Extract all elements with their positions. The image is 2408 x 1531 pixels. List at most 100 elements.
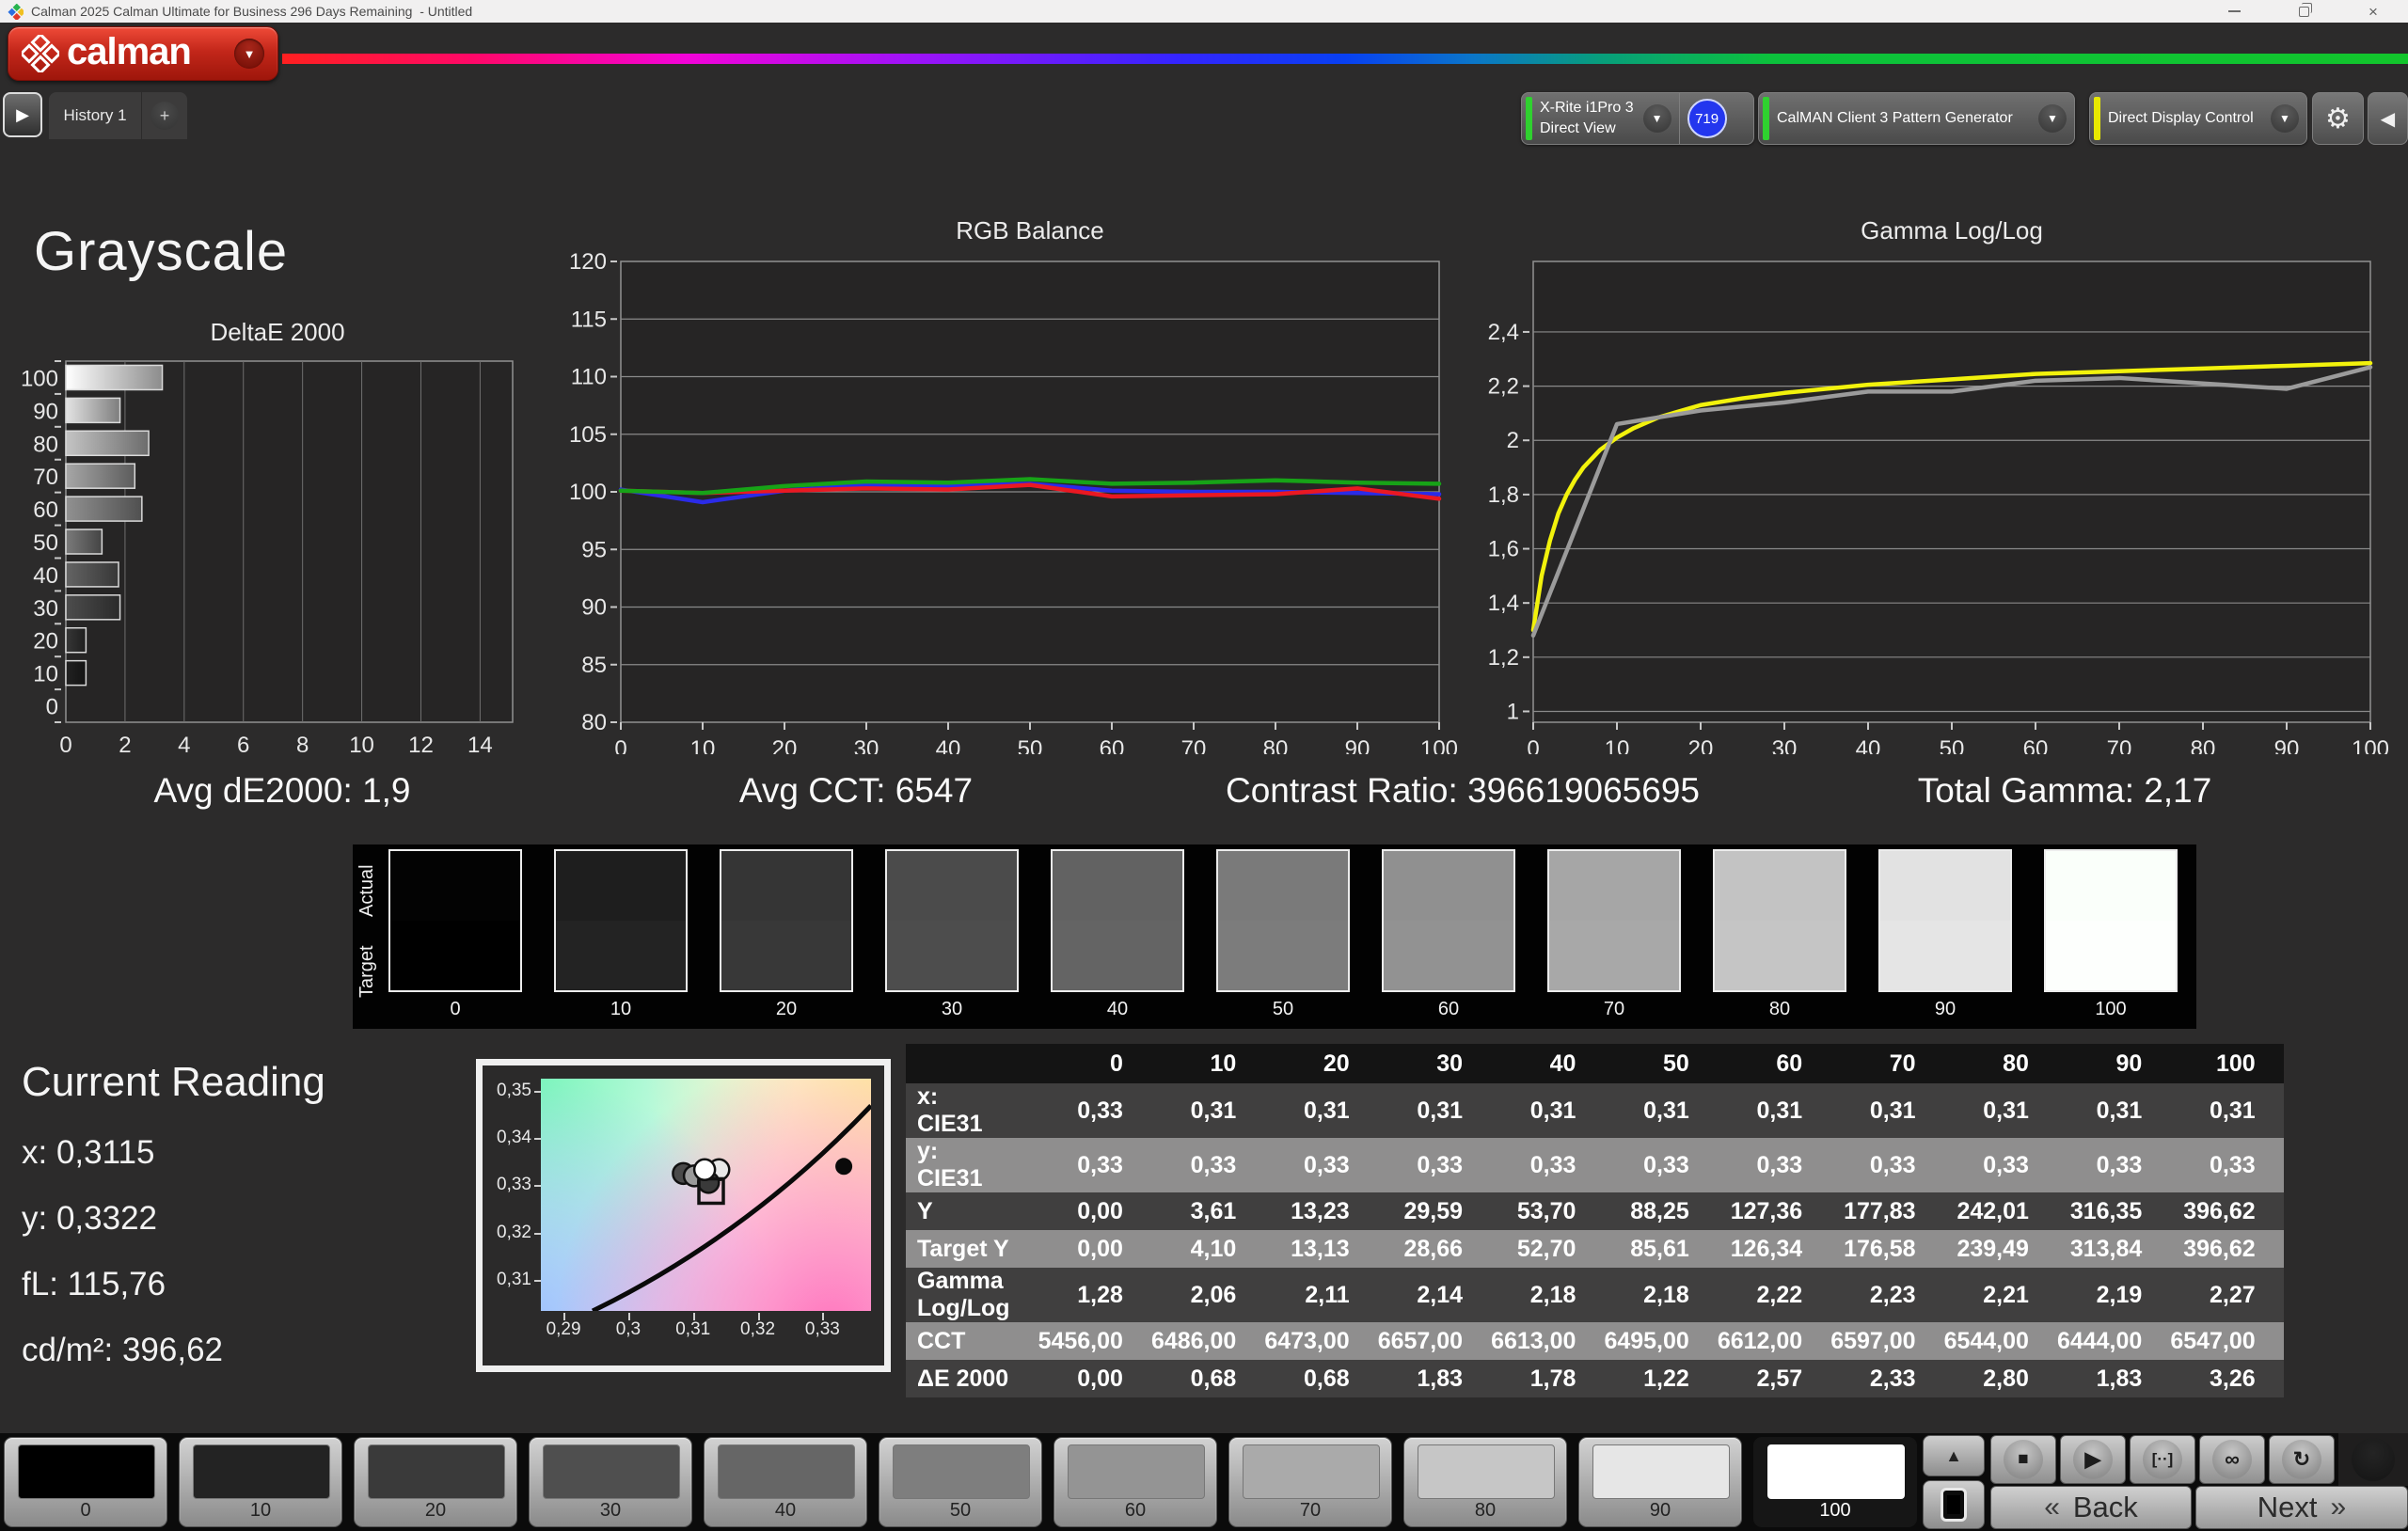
svg-text:0: 0	[614, 736, 626, 754]
table-cell: 0,33	[2170, 1138, 2283, 1192]
layout-nav-button[interactable]: ▶	[3, 92, 42, 137]
table-cell: 0,31	[1830, 1083, 1943, 1138]
level-button-10[interactable]: 10	[179, 1437, 342, 1527]
back-button[interactable]: « Back	[1990, 1486, 2192, 1529]
reading-x: x: 0,3115	[22, 1134, 464, 1172]
tab-history-1[interactable]: History 1	[49, 92, 141, 139]
svg-text:14: 14	[467, 733, 493, 754]
level-label: 10	[180, 1500, 341, 1522]
table-cell: 1,28	[1038, 1268, 1151, 1322]
level-button-90[interactable]: 90	[1578, 1437, 1742, 1527]
chevron-down-icon: ▼	[2038, 104, 2067, 133]
level-button-20[interactable]: 20	[354, 1437, 517, 1527]
settings-button[interactable]: ⚙	[2312, 92, 2364, 145]
refresh-button[interactable]: ↻	[2269, 1435, 2335, 1484]
table-cell: 1,78	[1491, 1360, 1604, 1397]
cie-y-tick	[534, 1138, 541, 1140]
svg-text:2: 2	[119, 733, 131, 754]
table-row-label: ΔE 2000	[906, 1360, 1038, 1397]
table-cell: 0,33	[1038, 1083, 1151, 1138]
svg-text:90: 90	[2274, 736, 2300, 754]
cie-x-tick	[563, 1313, 565, 1320]
level-button-60[interactable]: 60	[1054, 1437, 1217, 1527]
table-row: Y0,003,6113,2329,5953,7088,25127,36177,8…	[906, 1192, 2284, 1230]
meter-label: X-Rite i1Pro 3 Direct View	[1540, 98, 1634, 138]
swatch-label: 50	[1216, 995, 1350, 1020]
meter-dropdown[interactable]: X-Rite i1Pro 3 Direct View ▼ 719	[1521, 92, 1754, 145]
calman-menu-button[interactable]: calman ▼	[8, 26, 278, 81]
level-button-30[interactable]: 30	[529, 1437, 692, 1527]
svg-text:20: 20	[33, 629, 58, 655]
level-swatch	[1243, 1444, 1380, 1499]
stop-button[interactable]: ■	[1990, 1435, 2056, 1484]
meter-status-badge[interactable]: 719	[1687, 99, 1727, 138]
next-button[interactable]: Next »	[2195, 1486, 2408, 1529]
svg-text:110: 110	[571, 365, 607, 390]
restore-icon	[2299, 7, 2309, 17]
svg-text:70: 70	[2107, 736, 2132, 754]
reading-cdm2: cd/m²: 396,62	[22, 1332, 464, 1369]
minimize-button[interactable]	[2199, 0, 2269, 23]
svg-text:90: 90	[581, 595, 607, 621]
svg-text:1,6: 1,6	[1488, 537, 1519, 562]
swatch-actual	[390, 851, 520, 921]
table-cell: 0,33	[1151, 1138, 1264, 1192]
svg-text:2,2: 2,2	[1488, 374, 1519, 400]
table-cell: 13,13	[1264, 1230, 1377, 1268]
level-button-50[interactable]: 50	[879, 1437, 1042, 1527]
svg-text:1,8: 1,8	[1488, 482, 1519, 508]
level-swatch	[18, 1444, 155, 1499]
cie-y-tick	[534, 1185, 541, 1187]
cie-x-tick-label: 0,32	[730, 1319, 786, 1340]
svg-text:120: 120	[569, 249, 607, 275]
calman-flower-icon	[22, 35, 59, 72]
swatch-actual	[1384, 851, 1513, 921]
level-button-40[interactable]: 40	[704, 1437, 867, 1527]
back-label: Back	[2073, 1491, 2138, 1524]
close-button[interactable]: ×	[2338, 0, 2408, 23]
chevrons-right-icon: »	[2331, 1492, 2347, 1523]
table-cell: 126,34	[1718, 1230, 1830, 1268]
cie-y-tick-label: 0,35	[483, 1081, 531, 1101]
chevrons-left-icon: «	[2044, 1492, 2060, 1523]
source-dropdown[interactable]: CalMAN Client 3 Pattern Generator ▼	[1758, 92, 2075, 145]
svg-text:50: 50	[33, 530, 58, 556]
svg-text:85: 85	[581, 653, 607, 678]
play-button[interactable]: ▶	[2060, 1435, 2126, 1484]
level-button-70[interactable]: 70	[1228, 1437, 1392, 1527]
calman-menu-dropdown[interactable]: ▼	[234, 39, 264, 69]
level-swatch	[193, 1444, 330, 1499]
svg-text:6: 6	[237, 733, 249, 754]
chevron-left-icon: ◀	[2381, 107, 2395, 131]
display-dropdown[interactable]: Direct Display Control ▼	[2089, 92, 2307, 145]
loop-button[interactable]: ∞	[2199, 1435, 2265, 1484]
stat-total-gamma: Total Gamma: 2,17	[1787, 771, 2342, 814]
cie-y-tick-label: 0,33	[483, 1175, 531, 1195]
table-column-header: 70	[1830, 1044, 1943, 1083]
table-cell: 0,31	[1944, 1083, 2057, 1138]
level-label: 90	[1579, 1500, 1741, 1522]
cie-y-tick-label: 0,32	[483, 1223, 531, 1243]
svg-text:2,4: 2,4	[1488, 320, 1519, 345]
svg-text:10: 10	[33, 662, 58, 687]
table-cell: 53,70	[1491, 1192, 1604, 1230]
swatch-label: 100	[2044, 995, 2178, 1020]
swatch-label: 60	[1382, 995, 1515, 1020]
level-button-80[interactable]: 80	[1403, 1437, 1567, 1527]
stat-avg-de2000: Avg dE2000: 1,9	[19, 771, 546, 814]
level-button-0[interactable]: 0	[4, 1437, 167, 1527]
table-cell: 2,22	[1718, 1268, 1830, 1322]
cie-overlay	[541, 1079, 871, 1311]
table-cell: 127,36	[1718, 1192, 1830, 1230]
collapse-panel-button[interactable]: ◀	[2368, 92, 2408, 145]
svg-text:10: 10	[690, 736, 716, 754]
gamma-chart-title: Gamma Log/Log	[1533, 216, 2370, 245]
level-button-100[interactable]: 100	[1753, 1437, 1917, 1527]
pattern-up-button[interactable]: ▲	[1923, 1435, 1985, 1476]
cie-plot-area	[541, 1079, 871, 1311]
interval-button[interactable]: [··]	[2130, 1435, 2195, 1484]
svg-text:8: 8	[296, 733, 309, 754]
add-tab-button[interactable]: +	[142, 92, 187, 139]
restore-button[interactable]	[2269, 0, 2338, 23]
pattern-window-button[interactable]	[1923, 1480, 1985, 1529]
